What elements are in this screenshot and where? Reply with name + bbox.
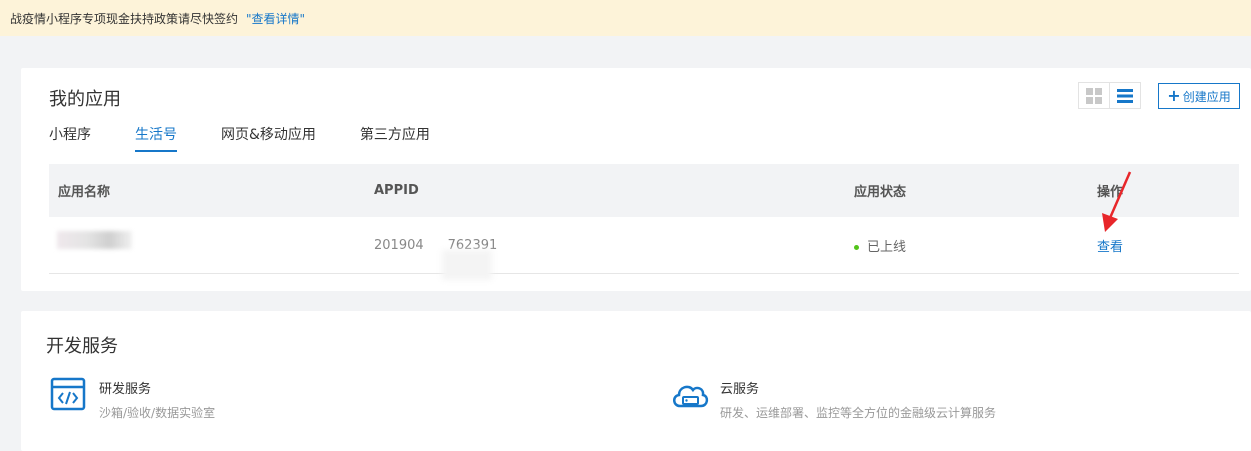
service-cloud[interactable]: 云服务 研发、运维部署、监控等全方位的金融级云计算服务 xyxy=(670,376,996,421)
code-window-icon xyxy=(50,377,86,411)
appid-prefix: 201904 xyxy=(374,237,424,253)
my-apps-card: 我的应用 + 创建应用 小程序 生活号 网页&移动应用 第三方应用 应用名称 A… xyxy=(21,68,1251,291)
dev-services-title: 开发服务 xyxy=(46,336,118,357)
create-app-button[interactable]: + 创建应用 xyxy=(1158,83,1240,109)
notice-text: 战疫情小程序专项现金扶持政策请尽快签约 xyxy=(10,11,239,26)
dev-services-card: 开发服务 研发服务 沙箱/验收/数据实验室 云服务 研发、运维部署、监控等全方位… xyxy=(21,311,1251,451)
view-toggle xyxy=(1078,82,1141,109)
status-online-dot xyxy=(854,244,859,250)
cloud-server-icon xyxy=(673,385,709,408)
list-view-button[interactable] xyxy=(1109,83,1140,108)
apps-table: 应用名称 APPID 应用状态 操作 201904 762391 已上线 查看 xyxy=(49,164,1239,280)
status-text: 已上线 xyxy=(867,239,907,255)
create-app-label: 创建应用 xyxy=(1182,89,1231,104)
my-apps-title: 我的应用 xyxy=(49,89,121,110)
tab-web-mobile[interactable]: 网页&移动应用 xyxy=(221,124,316,152)
tab-mini-program[interactable]: 小程序 xyxy=(49,124,91,152)
redacted-app-name xyxy=(57,231,132,249)
service-cloud-desc: 研发、运维部署、监控等全方位的金融级云计算服务 xyxy=(720,406,997,420)
service-rd-desc: 沙箱/验收/数据实验室 xyxy=(99,406,216,420)
plus-icon: + xyxy=(1167,86,1181,105)
app-type-tabs: 小程序 生活号 网页&移动应用 第三方应用 xyxy=(49,124,474,152)
list-icon xyxy=(1117,88,1134,103)
table-header: 应用名称 APPID 应用状态 操作 xyxy=(49,164,1239,217)
redaction-blur xyxy=(442,249,492,280)
status-cell: 已上线 xyxy=(854,236,906,255)
header-appid: APPID xyxy=(374,183,419,198)
annotation-arrow-icon xyxy=(1102,171,1132,232)
table-row: 201904 762391 已上线 查看 xyxy=(49,217,1239,280)
header-status: 应用状态 xyxy=(854,185,907,200)
notice-details-link[interactable]: "查看详情" xyxy=(246,10,305,27)
tab-third-party[interactable]: 第三方应用 xyxy=(360,124,430,152)
grid-icon xyxy=(1086,87,1103,104)
notice-bar: 战疫情小程序专项现金扶持政策请尽快签约 "查看详情" xyxy=(0,0,1251,36)
grid-view-button[interactable] xyxy=(1079,83,1109,108)
service-rd[interactable]: 研发服务 沙箱/验收/数据实验室 xyxy=(49,376,215,421)
tab-life-account[interactable]: 生活号 xyxy=(135,124,177,152)
view-app-link[interactable]: 查看 xyxy=(1097,236,1123,255)
appid-cell: 201904 762391 xyxy=(374,237,497,280)
service-cloud-name: 云服务 xyxy=(720,382,760,397)
service-rd-name: 研发服务 xyxy=(99,382,152,397)
header-app-name: 应用名称 xyxy=(58,185,111,200)
